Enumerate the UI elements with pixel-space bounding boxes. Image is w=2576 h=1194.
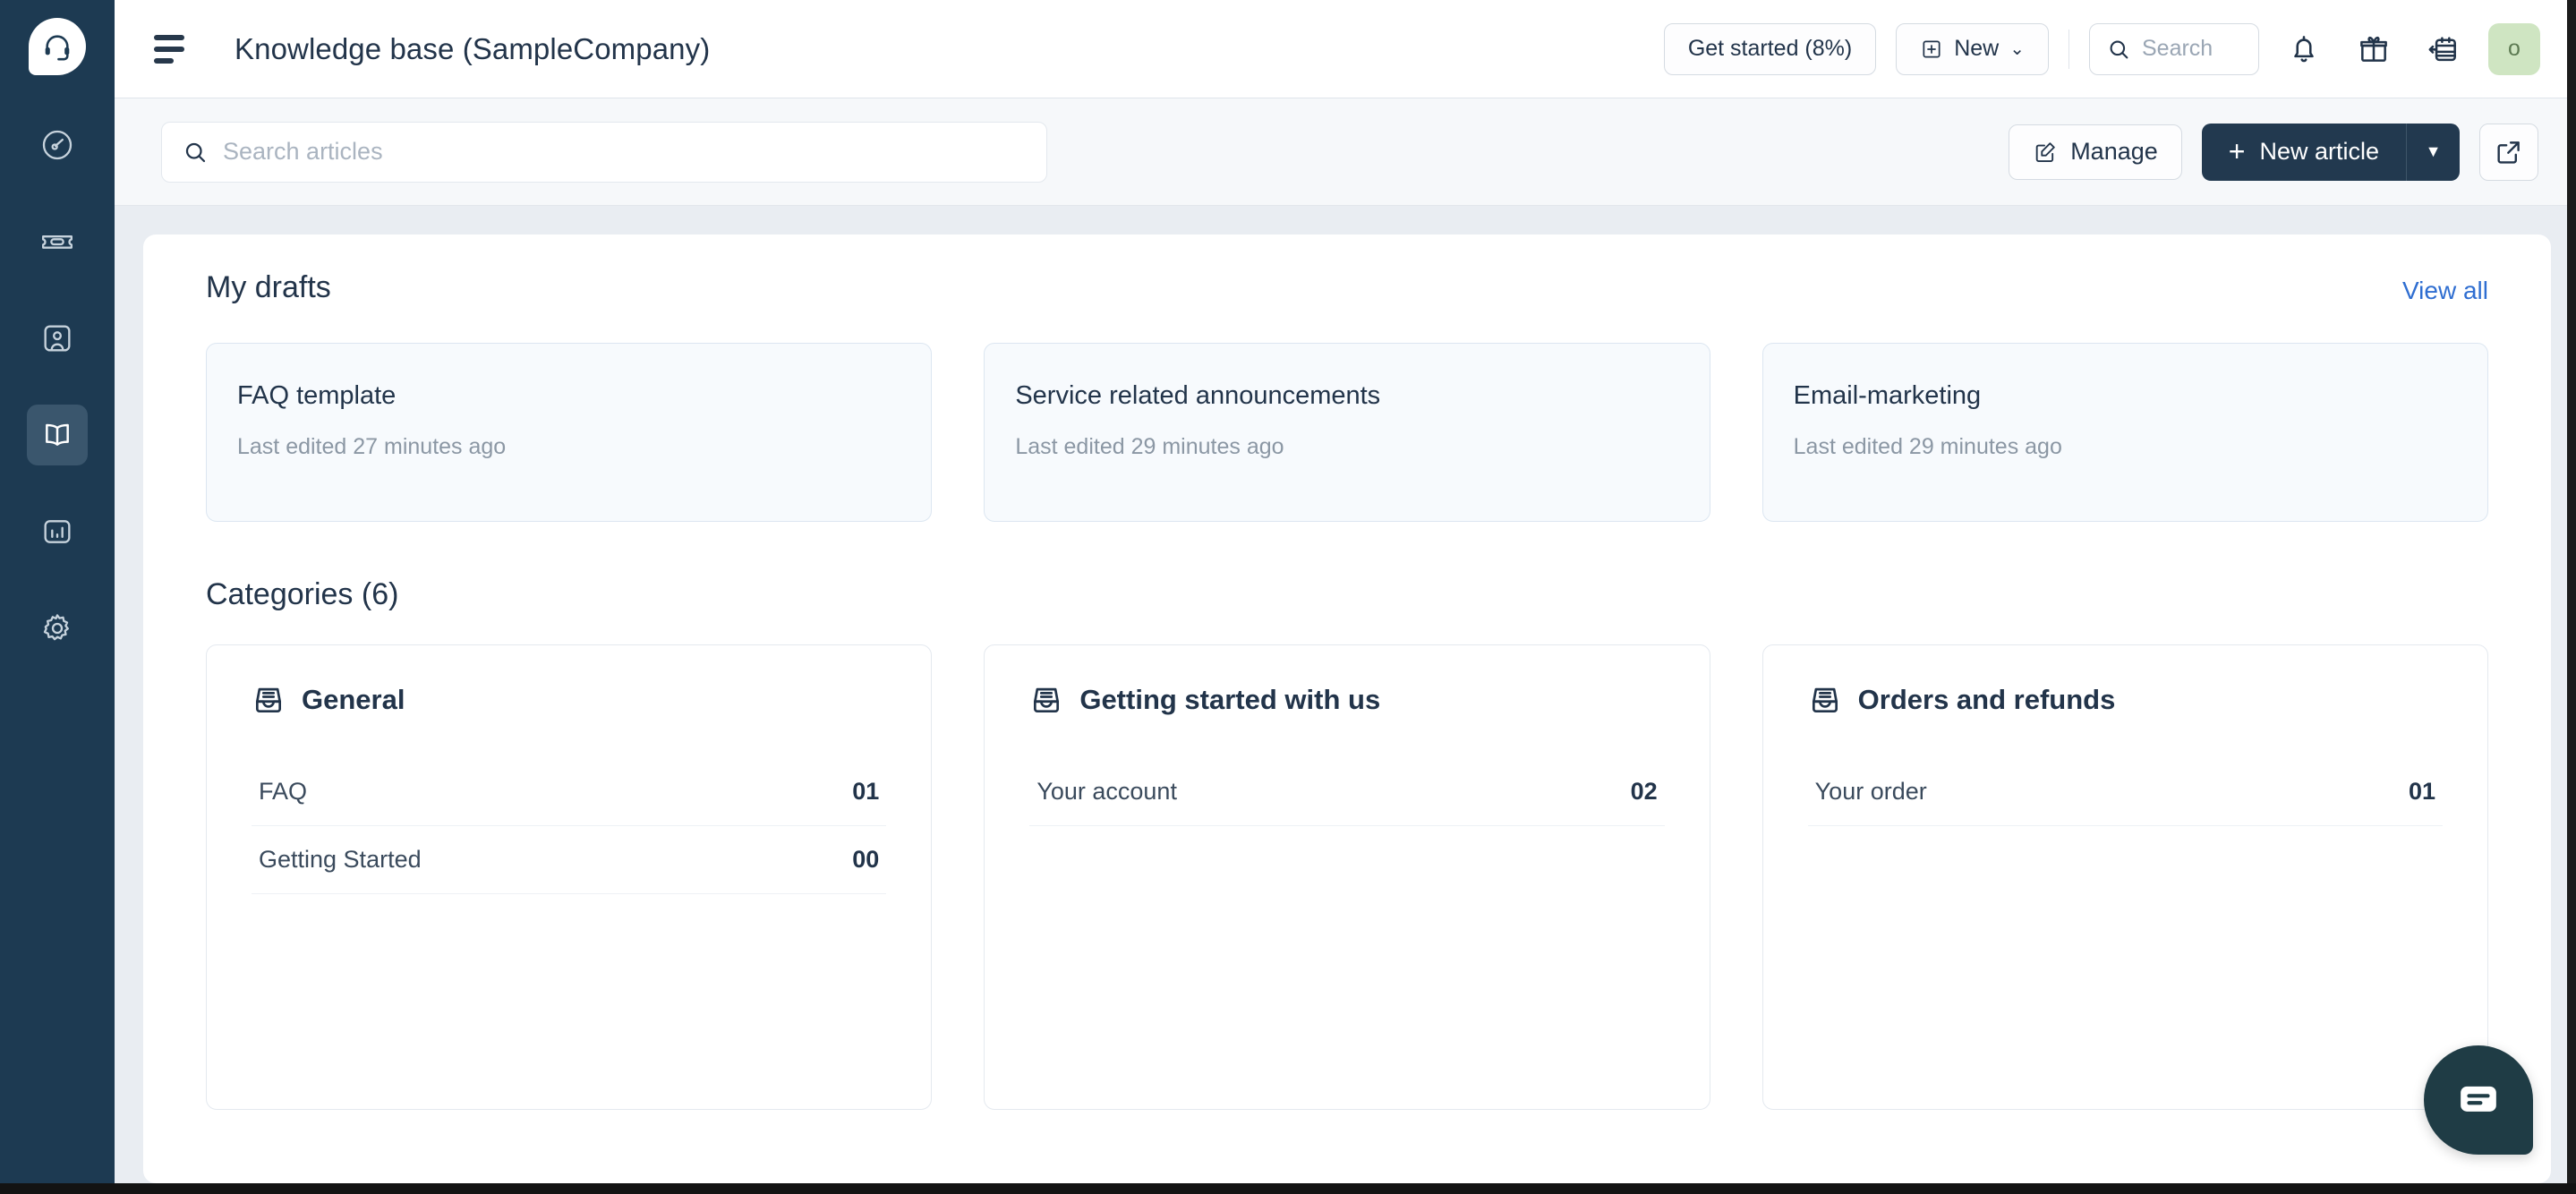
category-header: Getting started with us [1029, 683, 1664, 717]
article-toolbar: Search articles Manage + New article ▼ [115, 98, 2576, 206]
left-rail [0, 0, 115, 1183]
contact-card-icon [44, 325, 71, 352]
inbox-tray-icon [255, 687, 282, 713]
draft-card[interactable]: Email-marketing Last edited 29 minutes a… [1761, 343, 2488, 522]
draft-subtitle: Last edited 27 minutes ago [237, 434, 507, 459]
sidebar-item-contacts[interactable] [27, 308, 88, 369]
app-root: Knowledge base (SampleCompany) Get start… [0, 0, 2576, 1194]
get-started-label: Get started (8%) [1687, 36, 1853, 61]
gift-icon [2360, 36, 2387, 62]
app-logo[interactable] [29, 18, 86, 75]
category-name: Getting started with us [1079, 684, 1381, 715]
preview-button[interactable] [2479, 123, 2538, 181]
category-card[interactable]: General FAQ 01 Getting Started 00 [206, 644, 933, 1110]
inbox-tray-icon [1812, 687, 1838, 713]
rail-nav [27, 115, 88, 659]
category-row[interactable]: Your account 02 [1029, 758, 1665, 826]
drafts-grid: FAQ template Last edited 27 minutes ago … [206, 343, 2488, 522]
search-input[interactable]: Search [2089, 22, 2259, 75]
categories-grid: General FAQ 01 Getting Started 00 Gettin… [206, 644, 2488, 1110]
search-articles-input[interactable]: Search articles [161, 121, 1047, 183]
bell-icon [2294, 35, 2314, 62]
chevron-down-icon: ⌄ [2009, 39, 2025, 59]
sidebar-item-dashboard[interactable] [27, 115, 88, 175]
new-article-label: New article [2259, 138, 2379, 165]
draft-title: Service related announcements [1015, 381, 1381, 410]
new-button-label: New [1954, 36, 2000, 61]
sidebar-item-knowledge-base[interactable] [27, 405, 88, 465]
window-edge-bottom [0, 1183, 2576, 1194]
inbox-tray-icon [1034, 687, 1060, 713]
calendar-back-icon [2428, 36, 2456, 61]
search-placeholder: Search [2142, 36, 2213, 61]
top-bar-actions: Get started (8%) New ⌄ Search o [1663, 22, 2540, 75]
category-header: Orders and refunds [1808, 683, 2443, 717]
new-button[interactable]: New ⌄ [1896, 22, 2049, 75]
plus-square-icon [1923, 39, 1941, 58]
whats-new-button[interactable] [2349, 24, 2399, 74]
window-edge-right [2567, 0, 2576, 1194]
open-book-icon [46, 423, 69, 446]
chat-launcher-button[interactable] [2424, 1045, 2533, 1155]
avatar[interactable]: o [2488, 22, 2540, 75]
hamburger-icon[interactable] [154, 30, 193, 69]
new-article-split-button[interactable]: + New article ▼ [2201, 123, 2460, 181]
bar-chart-icon [44, 520, 71, 543]
new-article-button[interactable]: + New article [2202, 124, 2406, 181]
headset-icon [45, 35, 70, 61]
top-bar: Knowledge base (SampleCompany) Get start… [115, 0, 2576, 98]
category-row-label: Your account [1036, 778, 1177, 805]
shortcuts-button[interactable] [2418, 24, 2469, 74]
manage-button[interactable]: Manage [2009, 124, 2182, 180]
category-row-label: Your order [1814, 778, 1927, 805]
category-card[interactable]: Orders and refunds Your order 01 [1761, 644, 2488, 1110]
draft-title: FAQ template [237, 381, 397, 410]
drafts-header: My drafts View all [206, 270, 2488, 305]
category-row-count: 02 [1630, 778, 1658, 805]
category-row-count: 01 [852, 778, 880, 805]
notifications-button[interactable] [2279, 24, 2329, 74]
category-row-count: 01 [2408, 778, 2435, 805]
drafts-title: My drafts [206, 270, 331, 304]
draft-card[interactable]: FAQ template Last edited 27 minutes ago [206, 343, 933, 522]
category-row[interactable]: FAQ 01 [252, 758, 887, 826]
sidebar-item-tickets[interactable] [27, 211, 88, 272]
draft-subtitle: Last edited 29 minutes ago [1015, 434, 1284, 459]
edit-square-icon [2035, 141, 2055, 162]
gauge-icon [42, 130, 73, 160]
page-title: Knowledge base (SampleCompany) [235, 31, 711, 65]
draft-card[interactable]: Service related announcements Last edite… [984, 343, 1710, 522]
external-link-icon [2497, 141, 2520, 164]
ticket-icon [42, 235, 73, 249]
search-icon [185, 142, 206, 162]
category-row[interactable]: Your order 01 [1807, 758, 2443, 826]
divider [2068, 29, 2069, 69]
toolbar-actions: Manage + New article ▼ [2009, 123, 2538, 181]
sidebar-item-reports[interactable] [27, 501, 88, 562]
plus-icon: + [2228, 135, 2246, 167]
get-started-button[interactable]: Get started (8%) [1663, 22, 1877, 75]
caret-down-icon: ▼ [2425, 142, 2442, 160]
content-panel: My drafts View all FAQ template Last edi… [143, 235, 2551, 1183]
sidebar-item-settings[interactable] [27, 598, 88, 659]
search-articles-placeholder: Search articles [223, 138, 383, 165]
category-name: Orders and refunds [1857, 684, 2116, 715]
gear-icon [43, 614, 70, 641]
category-name: General [302, 684, 405, 715]
categories-title: Categories (6) [206, 577, 399, 611]
view-all-link[interactable]: View all [2402, 277, 2488, 305]
new-article-dropdown[interactable]: ▼ [2406, 123, 2460, 181]
draft-subtitle: Last edited 29 minutes ago [1793, 434, 2062, 459]
draft-title: Email-marketing [1793, 381, 1982, 410]
category-row-label: FAQ [259, 778, 308, 805]
category-row-count: 00 [852, 846, 880, 873]
category-row[interactable]: Getting Started 00 [252, 826, 887, 894]
category-header: General [252, 683, 886, 717]
category-row-label: Getting Started [259, 846, 422, 873]
search-icon [2110, 40, 2128, 58]
category-card[interactable]: Getting started with us Your account 02 [984, 644, 1710, 1110]
chat-bubble-icon [2461, 1086, 2496, 1112]
manage-label: Manage [2070, 138, 2158, 165]
